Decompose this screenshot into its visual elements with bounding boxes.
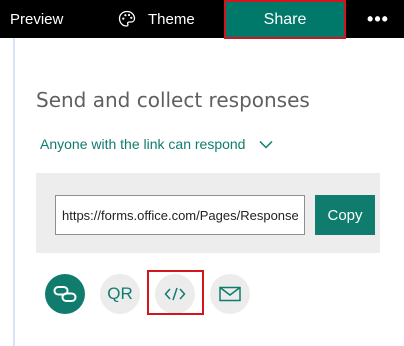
share-label: Share [263,10,307,28]
preview-button[interactable]: Preview [10,0,63,38]
preview-label: Preview [10,10,64,28]
qr-code-option[interactable]: QR [100,274,140,314]
share-link-field[interactable] [55,195,305,235]
share-link-option[interactable] [45,274,85,314]
qr-label: QR [107,284,133,303]
permission-dropdown[interactable]: Anyone with the link can respond [40,136,273,152]
chevron-down-icon [259,140,273,149]
palette-icon [118,10,136,27]
more-options-button[interactable]: ••• [362,0,394,38]
embed-highlight-box [147,270,204,315]
email-icon [219,286,241,302]
more-icon: ••• [367,8,389,29]
theme-label: Theme [148,10,195,28]
top-toolbar: Preview Theme Share ••• [0,0,404,39]
panel-edge [13,38,15,346]
theme-button[interactable]: Theme [118,0,195,38]
link-container: Copy [36,173,380,253]
share-button[interactable]: Share [224,0,346,39]
permission-label: Anyone with the link can respond [40,136,246,152]
copy-button[interactable]: Copy [315,195,375,235]
link-icon [53,286,77,302]
panel-title: Send and collect responses [36,88,310,112]
email-option[interactable] [210,274,250,314]
